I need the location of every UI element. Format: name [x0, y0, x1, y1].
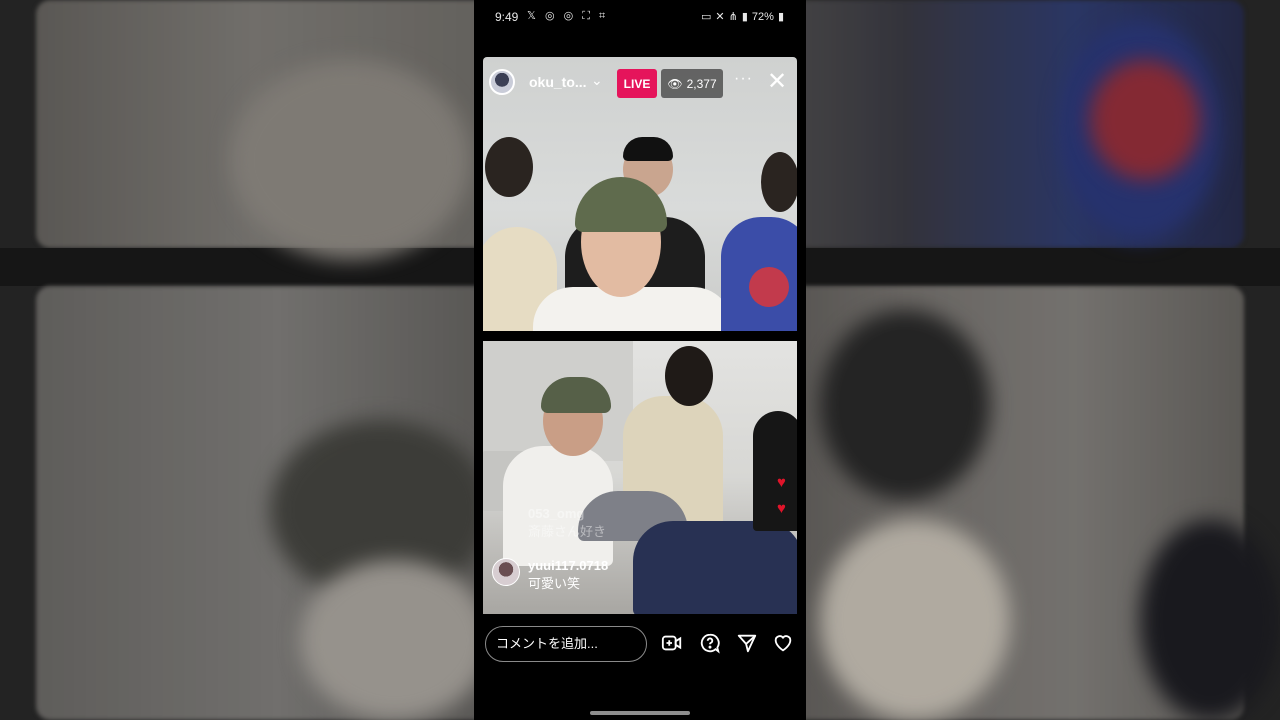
phone-screen: 9:49 𝕏 ◎ ◎ ⛶ ⌗ ▭ ✕ ⋔ ▮ 72% ▮ oku_to... ⌄… — [474, 0, 806, 720]
person-shape — [485, 137, 533, 197]
commenter-avatar[interactable] — [492, 558, 520, 586]
scan-icon: ⛶ — [582, 10, 593, 22]
question-icon[interactable] — [699, 632, 721, 654]
chevron-down-icon[interactable]: ⌄ — [591, 72, 603, 89]
add-guest-icon[interactable] — [661, 632, 683, 654]
home-indicator[interactable] — [590, 711, 690, 715]
live-header: oku_to... ⌄ LIVE 👁 2,377 ··· ✕ — [483, 66, 797, 100]
system-icons: ▭ ✕ ⋔ ▮ 72% ▮ — [701, 10, 784, 24]
notification-icons: 𝕏 ◎ ◎ ⛶ ⌗ — [527, 9, 608, 23]
comment-item: 053_omg 斎藤さん好き — [492, 506, 606, 540]
live-badge: LIVE — [617, 69, 657, 98]
signal-icon: ▮ — [741, 11, 748, 23]
sleep-icon: ▭ — [701, 11, 712, 23]
comment-username[interactable]: yuui117.0718 — [528, 558, 608, 573]
comment-username[interactable]: 053_omg — [528, 506, 606, 521]
bottom-bar: コメントを追加... — [474, 624, 806, 666]
comment-item: yuui117.0718 可愛い笑 — [492, 558, 608, 592]
person-shape — [623, 137, 673, 161]
person-shape — [749, 267, 789, 307]
x-icon: 𝕏 — [527, 10, 539, 22]
comment-text: 斎藤さん好き — [528, 524, 607, 539]
wifi-icon: ⋔ — [728, 11, 738, 23]
comment-feed: 053_omg 斎藤さん好き yuui117.0718 可愛い笑 — [483, 500, 797, 610]
share-icon[interactable] — [736, 632, 758, 654]
status-bar: 9:49 𝕏 ◎ ◎ ⛶ ⌗ ▭ ✕ ⋔ ▮ 72% ▮ — [474, 0, 806, 34]
focus-icon: ⌗ — [599, 10, 609, 22]
comment-input[interactable]: コメントを追加... — [485, 626, 647, 662]
status-time: 9:49 — [495, 10, 519, 24]
battery-percent: 72% — [751, 10, 774, 23]
instagram-icon: ◎ — [563, 10, 577, 22]
heart-icon[interactable] — [772, 632, 794, 654]
eye-icon: 👁 — [667, 76, 683, 91]
mute-icon: ✕ — [715, 11, 725, 23]
battery-icon: ▮ — [777, 11, 784, 23]
viewer-count: 2,377 — [686, 76, 717, 91]
host-username[interactable]: oku_to... — [529, 74, 587, 90]
host-avatar[interactable] — [489, 69, 515, 95]
person-shape — [665, 346, 713, 406]
comment-text: 可愛い笑 — [528, 576, 581, 591]
person-shape — [761, 152, 797, 212]
heart-icon: ♥ — [777, 474, 786, 491]
more-options-icon[interactable]: ··· — [734, 70, 753, 88]
viewer-count-badge[interactable]: 👁 2,377 — [661, 69, 723, 98]
instagram-icon: ◎ — [544, 10, 558, 22]
close-icon[interactable]: ✕ — [767, 68, 787, 96]
